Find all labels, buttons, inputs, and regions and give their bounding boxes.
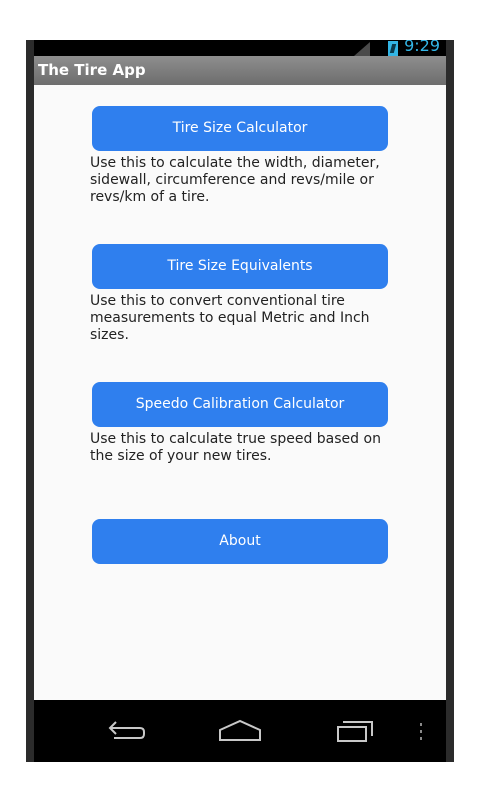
main-content: Tire Size Calculator Use this to calcula… <box>34 85 446 700</box>
app-title: The Tire App <box>38 61 146 79</box>
home-icon[interactable] <box>215 716 265 748</box>
status-time: 9:29 <box>404 40 440 55</box>
battery-icon <box>388 41 398 56</box>
speedo-calibration-calculator-description: Use this to calculate true speed based o… <box>90 431 381 464</box>
back-icon[interactable] <box>100 716 150 748</box>
tire-size-calculator-description: Use this to calculate the width, diamete… <box>90 155 380 205</box>
navigation-bar <box>34 700 446 762</box>
about-button[interactable]: About <box>92 519 388 564</box>
signal-icon <box>354 42 370 56</box>
overflow-menu-icon[interactable] <box>418 721 424 741</box>
recent-apps-icon[interactable] <box>330 716 380 748</box>
tire-size-calculator-button[interactable]: Tire Size Calculator <box>92 106 388 151</box>
status-bar: 9:29 <box>34 40 446 56</box>
tire-size-equivalents-button[interactable]: Tire Size Equivalents <box>92 244 388 289</box>
action-bar: The Tire App <box>34 56 446 85</box>
speedo-calibration-calculator-button[interactable]: Speedo Calibration Calculator <box>92 382 388 427</box>
tire-size-equivalents-description: Use this to convert conventional tire me… <box>90 293 370 343</box>
